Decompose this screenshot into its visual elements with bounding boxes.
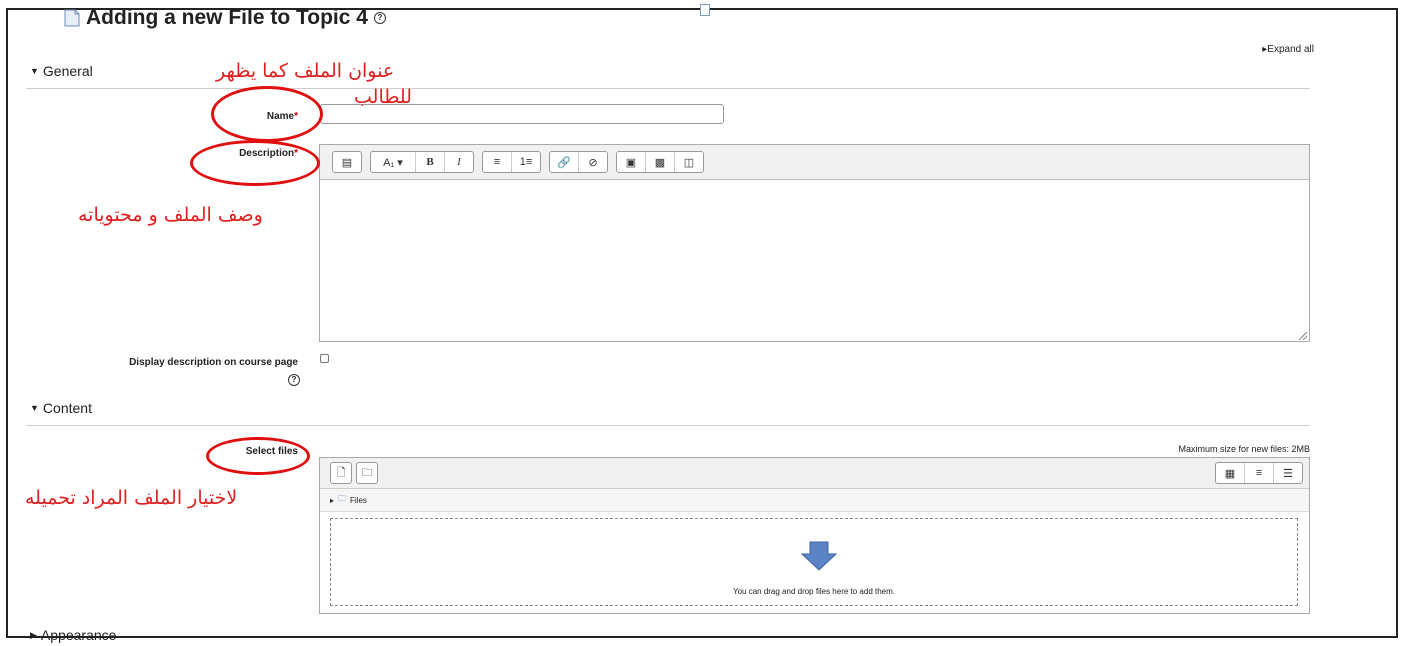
highlight-circle-description — [190, 140, 320, 186]
toolbar-group-links: 🔗 ⊘ — [549, 151, 608, 173]
highlight-circle-name — [211, 86, 323, 142]
drop-zone-text: You can drag and drop files here to add … — [732, 587, 896, 596]
list-view-icon[interactable]: ≡ — [1245, 463, 1274, 483]
chevron-down-icon: ▼ — [30, 403, 39, 413]
collapse-icon[interactable]: ▤ — [333, 152, 361, 172]
manage-files-icon[interactable]: ◫ — [675, 152, 703, 172]
section-general-label: General — [42, 63, 93, 79]
file-picker: 🗋 🗀 ▦ ≡ ☰ ▸ 🗀 Files You can drag and dro… — [319, 457, 1310, 614]
help-icon[interactable]: ? — [373, 12, 386, 24]
icon-view-icon[interactable]: ▦ — [1216, 463, 1245, 483]
annotation-files: لاختيار الملف المراد تحميله — [25, 487, 238, 509]
page-title-text: Adding a new File to Topic 4 — [86, 6, 368, 29]
display-description-checkbox[interactable] — [320, 354, 329, 363]
toolbar-group-lists: ≡ 1≡ — [482, 151, 541, 173]
view-switcher: ▦ ≡ ☰ — [1215, 462, 1303, 484]
annotation-description: وصف الملف و محتوياته — [78, 204, 263, 226]
file-picker-toolbar: 🗋 🗀 ▦ ≡ ☰ — [320, 458, 1309, 489]
section-divider — [26, 425, 1310, 426]
chevron-down-icon: ▼ — [30, 66, 39, 76]
toolbar-group-media: ▣ ▩ ◫ — [616, 151, 704, 173]
font-style-icon[interactable]: A₁ ▾ — [371, 152, 416, 172]
page-title: Adding a new File to Topic 4 ? — [64, 6, 386, 30]
section-content-header[interactable]: ▼ Content — [30, 400, 92, 416]
section-appearance-label: Appearance — [40, 627, 117, 643]
section-content-label: Content — [42, 400, 92, 416]
bold-icon[interactable]: B — [416, 152, 445, 172]
max-file-size-note: Maximum size for new files: 2MB — [1178, 444, 1310, 454]
unlink-icon[interactable]: ⊘ — [579, 152, 607, 172]
ordered-list-icon[interactable]: 1≡ — [512, 152, 540, 172]
resize-grip-icon[interactable] — [1299, 332, 1307, 340]
highlight-circle-select-files — [206, 437, 310, 475]
annotation-name-line1: عنوان الملف كما يظهر — [216, 60, 395, 82]
section-general-header[interactable]: ▼ General — [30, 63, 93, 79]
media-icon[interactable]: ▩ — [646, 152, 675, 172]
section-divider — [26, 88, 1310, 89]
italic-icon[interactable]: I — [445, 152, 473, 172]
toolbar-group-collapse: ▤ — [332, 151, 362, 173]
image-icon[interactable]: ▣ — [617, 152, 646, 172]
unordered-list-icon[interactable]: ≡ — [483, 152, 512, 172]
section-appearance-header[interactable]: ▶ Appearance — [30, 627, 116, 643]
chevron-right-icon: ▸ — [330, 495, 335, 505]
file-path-bar[interactable]: ▸ 🗀 Files — [320, 489, 1309, 512]
toolbar-group-text: A₁ ▾ B I — [370, 151, 474, 173]
path-label: Files — [350, 495, 367, 505]
description-editor[interactable]: ▤ A₁ ▾ B I ≡ 1≡ 🔗 ⊘ ▣ ▩ ◫ — [319, 144, 1310, 342]
display-description-label: Display description on course page — [129, 357, 298, 368]
folder-icon: 🗀 — [338, 494, 347, 503]
resize-handle-top[interactable] — [700, 4, 710, 16]
add-file-icon[interactable]: 🗋 — [330, 462, 352, 484]
chevron-right-icon: ▶ — [30, 629, 37, 640]
file-document-icon — [64, 9, 80, 27]
annotation-name-line2: للطالب — [354, 86, 412, 108]
editor-content-area[interactable] — [320, 180, 1309, 342]
drop-zone[interactable]: You can drag and drop files here to add … — [330, 518, 1298, 606]
tree-view-icon[interactable]: ☰ — [1274, 463, 1302, 483]
editor-toolbar: ▤ A₁ ▾ B I ≡ 1≡ 🔗 ⊘ ▣ ▩ ◫ — [320, 145, 1309, 180]
link-icon[interactable]: 🔗 — [550, 152, 579, 172]
help-icon[interactable]: ? — [288, 374, 300, 386]
expand-all-link[interactable]: Expand all — [1262, 44, 1314, 55]
download-arrow-icon — [801, 541, 837, 571]
create-folder-icon[interactable]: 🗀 — [356, 462, 378, 484]
